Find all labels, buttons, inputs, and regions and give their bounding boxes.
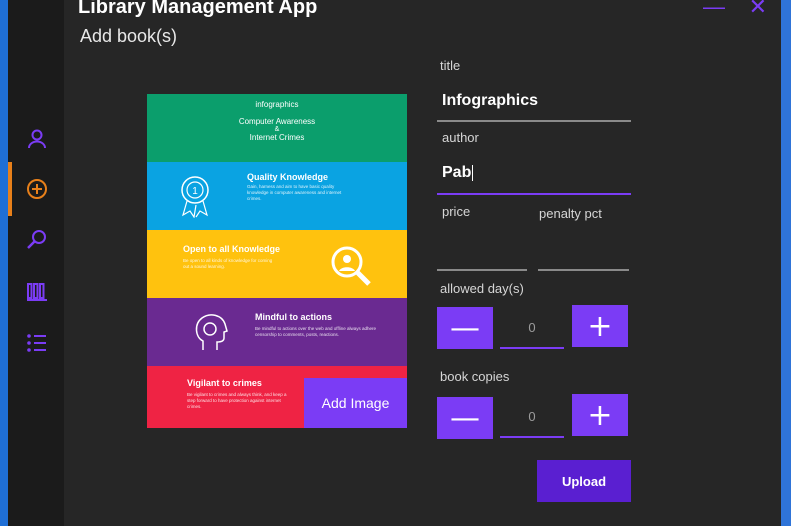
minimize-button[interactable]: — (703, 0, 725, 20)
text-cursor (472, 164, 474, 181)
poster-body: Be open to all kinds of knowledge for co… (183, 258, 273, 269)
app-window: Library Management App — ✕ Add book(s) i… (8, 0, 781, 526)
poster-band-4: Mindful to actions Be mindful to actions… (147, 298, 407, 366)
add-image-button[interactable]: Add Image (304, 378, 407, 428)
poster-body: Be vigilant to crimes and always think, … (187, 392, 287, 409)
penalty-field[interactable] (538, 269, 629, 271)
page-title: Add book(s) (80, 26, 178, 46)
title-label: title (440, 58, 461, 73)
price-label: price (442, 204, 471, 219)
price-field[interactable] (437, 269, 527, 271)
poster-heading: Quality Knowledge (247, 172, 329, 182)
poster-line: Internet Crimes (249, 133, 305, 142)
search-icon (27, 230, 46, 249)
poster-heading: Vigilant to crimes (187, 378, 262, 388)
copies-increment-button[interactable]: + (572, 394, 628, 436)
poster-band-2: 1 Quality Knowledge Gain, harness and ai… (147, 162, 407, 230)
allowed-days-decrement-button[interactable]: — (437, 307, 493, 349)
allowed-days-value[interactable]: 0 (500, 307, 564, 349)
author-underline (437, 193, 631, 195)
person-search-icon (331, 246, 371, 286)
allowed-days-increment-button[interactable]: + (572, 305, 628, 347)
add-circle-icon (27, 179, 47, 199)
title-bar: Library Management App — ✕ (64, 0, 781, 20)
head-icon (195, 314, 228, 350)
poster-body: Be mindful to actions over the web and o… (255, 326, 376, 337)
poster-heading: Mindful to actions (255, 312, 332, 322)
copies-decrement-button[interactable]: — (437, 397, 493, 439)
upload-button[interactable]: Upload (537, 460, 631, 502)
poster-heading: Open to all Knowledge (183, 244, 281, 254)
author-field[interactable]: Pab (442, 164, 632, 182)
badge-icon: 1 (181, 176, 209, 218)
copies-label: book copies (440, 369, 510, 384)
user-icon (28, 129, 46, 149)
nav-users[interactable] (22, 124, 52, 154)
poster-band-1: infographics Computer Awareness & Intern… (147, 94, 407, 162)
penalty-label: penalty pct (539, 206, 602, 221)
poster-body: Gain, harness and aim to have basic qual… (247, 184, 342, 201)
nav-add-book[interactable] (8, 162, 52, 216)
close-button[interactable]: ✕ (749, 0, 767, 20)
poster-line: Computer Awareness (238, 117, 316, 126)
desktop-edge (781, 0, 791, 526)
poster-line: & (274, 126, 280, 133)
author-label: author (442, 130, 479, 145)
title-field[interactable]: Infographics (442, 92, 632, 110)
allowed-days-label: allowed day(s) (440, 281, 524, 296)
app-title: Library Management App (78, 0, 318, 18)
nav-books[interactable] (22, 276, 52, 306)
nav-list[interactable] (22, 328, 52, 358)
author-value: Pab (442, 164, 472, 181)
poster-band-3: Open to all Knowledge Be open to all kin… (147, 230, 407, 298)
nav-search[interactable] (22, 224, 52, 254)
svg-text:1: 1 (192, 186, 198, 197)
poster-heading: infographics (255, 100, 299, 109)
list-icon (27, 334, 46, 352)
copies-value[interactable]: 0 (500, 396, 564, 438)
books-icon (27, 283, 47, 301)
sidebar (8, 0, 64, 526)
title-underline (437, 120, 631, 122)
